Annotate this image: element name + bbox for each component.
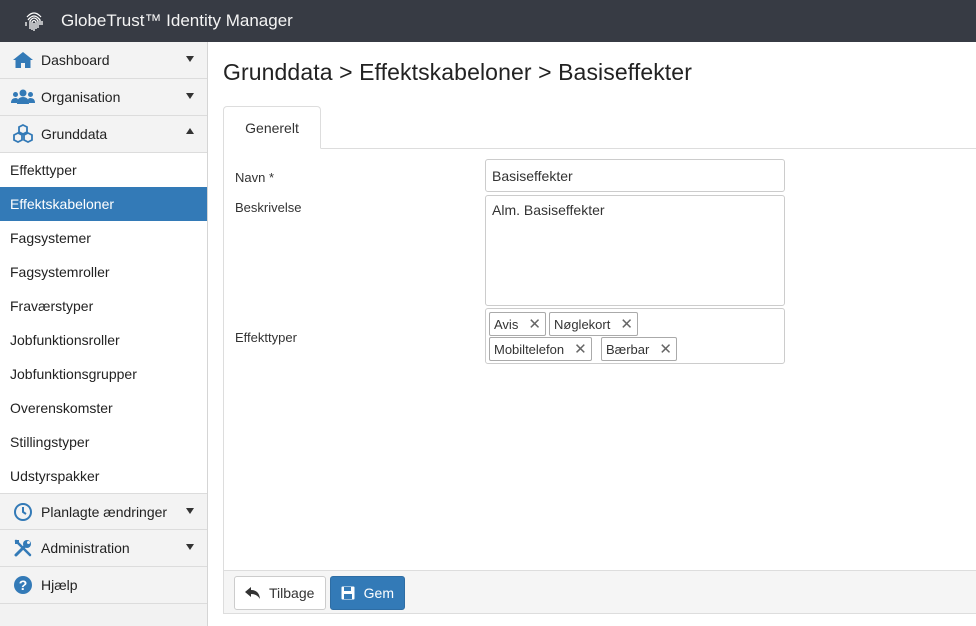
- app-title: GlobeTrust™ Identity Manager: [61, 11, 293, 30]
- tag-chip: Mobiltelefon ✕: [489, 337, 592, 361]
- remove-tag-icon[interactable]: ✕: [620, 317, 633, 332]
- sidebar-section-planlagte-aendringer[interactable]: Planlagte ændringer: [0, 493, 207, 530]
- back-button[interactable]: Tilbage: [234, 576, 326, 610]
- sidebar-item-fagsystemroller[interactable]: Fagsystemroller: [0, 255, 207, 289]
- chevron-down-icon: [186, 93, 194, 99]
- tag-label: Bærbar: [606, 341, 650, 357]
- remove-tag-icon[interactable]: ✕: [528, 317, 541, 332]
- sidebar: Dashboard Organisation Grunddata Effektt…: [0, 42, 208, 626]
- sidebar-item-fagsystemer[interactable]: Fagsystemer: [0, 221, 207, 255]
- chevron-down-icon: [186, 56, 194, 62]
- sidebar-item-effekttyper[interactable]: Effekttyper: [0, 153, 207, 187]
- tag-chip: Nøglekort ✕: [549, 312, 638, 336]
- tag-chip: Avis ✕: [489, 312, 546, 336]
- sidebar-section-label: Administration: [41, 540, 130, 556]
- clock-icon: [11, 502, 35, 522]
- breadcrumb: Grunddata > Effektskabeloner > Basiseffe…: [223, 59, 692, 85]
- navn-input[interactable]: [485, 159, 785, 192]
- sidebar-section-label: Planlagte ændringer: [41, 503, 168, 520]
- sidebar-section-dashboard[interactable]: Dashboard: [0, 42, 207, 79]
- chevron-down-icon: [186, 508, 194, 514]
- sidebar-item-stillingstyper[interactable]: Stillingstyper: [0, 425, 207, 459]
- main-content: Grunddata > Effektskabeloner > Basiseffe…: [208, 42, 976, 626]
- effekttyper-label: Effekttyper: [235, 330, 297, 345]
- reply-arrow-icon: [245, 585, 261, 601]
- floppy-disk-icon: [341, 585, 356, 601]
- sidebar-section-label: Organisation: [41, 89, 121, 105]
- remove-tag-icon[interactable]: ✕: [574, 342, 587, 357]
- fingerprint-logo-icon: [25, 12, 43, 31]
- grunddata-submenu: Effekttyper Effektskabeloner Fagsystemer…: [0, 153, 207, 493]
- remove-tag-icon[interactable]: ✕: [659, 342, 672, 357]
- sidebar-item-overenskomster[interactable]: Overenskomster: [0, 391, 207, 425]
- tag-chip: Bærbar ✕: [601, 337, 677, 361]
- sidebar-section-administration[interactable]: Administration: [0, 530, 207, 567]
- form-panel: Navn * Beskrivelse Alm. Basiseffekter Ef…: [223, 148, 976, 570]
- chevron-down-icon: [186, 544, 194, 550]
- beskrivelse-textarea[interactable]: Alm. Basiseffekter: [485, 195, 785, 306]
- sidebar-section-label: Dashboard: [41, 52, 110, 68]
- save-button[interactable]: Gem: [330, 576, 405, 610]
- users-icon: [11, 87, 35, 107]
- question-icon: ?: [11, 575, 35, 595]
- sidebar-item-jobfunktionsgrupper[interactable]: Jobfunktionsgrupper: [0, 357, 207, 391]
- sidebar-item-fravaerstyper[interactable]: Fraværstyper: [0, 289, 207, 323]
- beskrivelse-label: Beskrivelse: [235, 200, 302, 215]
- sidebar-section-organisation[interactable]: Organisation: [0, 79, 207, 116]
- effekttyper-tag-input[interactable]: Avis ✕ Nøglekort ✕ Mobiltelefon ✕ Bærbar…: [485, 308, 785, 364]
- tag-label: Avis: [494, 316, 519, 332]
- sidebar-section-label: Grunddata: [41, 126, 108, 142]
- tab-bar: Generelt: [223, 106, 976, 149]
- sidebar-item-udstyrspakker[interactable]: Udstyrspakker: [0, 459, 207, 493]
- sidebar-item-effektskabeloner[interactable]: Effektskabeloner: [0, 187, 207, 221]
- top-bar: GlobeTrust™ Identity Manager: [0, 0, 976, 42]
- sidebar-section-grunddata[interactable]: Grunddata: [0, 116, 207, 153]
- form-footer: Tilbage Gem: [223, 570, 976, 614]
- sidebar-section-label: Hjælp: [41, 577, 78, 593]
- wrench-icon: [11, 538, 35, 558]
- tag-label: Nøglekort: [554, 316, 611, 332]
- svg-text:?: ?: [19, 577, 28, 593]
- back-button-label: Tilbage: [269, 585, 315, 601]
- sidebar-section-hjaelp[interactable]: ? Hjælp: [0, 567, 207, 604]
- chevron-up-icon: [186, 128, 194, 134]
- navn-label: Navn *: [235, 170, 275, 185]
- cubes-icon: [11, 124, 35, 144]
- tab-generelt[interactable]: Generelt: [223, 106, 321, 149]
- tag-label: Mobiltelefon: [494, 341, 565, 357]
- home-icon: [11, 50, 35, 70]
- sidebar-item-jobfunktionsroller[interactable]: Jobfunktionsroller: [0, 323, 207, 357]
- save-button-label: Gem: [363, 585, 394, 601]
